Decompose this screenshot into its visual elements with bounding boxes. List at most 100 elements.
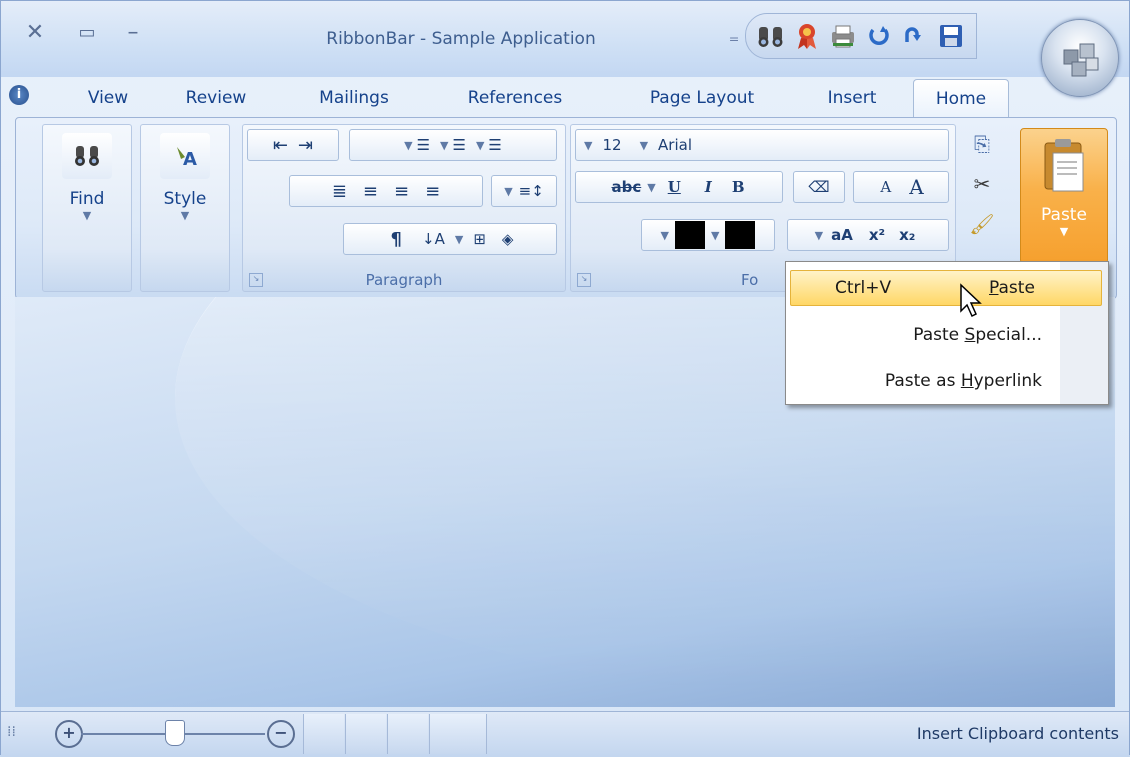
font-size-buttons[interactable]: A A [853, 171, 949, 203]
status-segment [303, 714, 344, 754]
sort-icon[interactable]: ↓A [422, 230, 445, 248]
change-case-icon[interactable]: aA [831, 226, 853, 244]
paste-menu: Ctrl+V Paste Paste Special... Paste as H… [785, 261, 1109, 405]
align-buttons[interactable]: ≣ ≡ ≡ ≡ [289, 175, 483, 207]
superscript-icon[interactable]: x² [869, 226, 885, 244]
ribbon-tabs: View Review Mailings References Page Lay… [1, 77, 1129, 118]
highlight-color-icon[interactable] [675, 221, 705, 249]
maximize-icon[interactable]: ▭ [69, 15, 105, 51]
clipboard-icon [1039, 137, 1089, 195]
font-group-label: Fo [741, 271, 759, 289]
underline-icon[interactable]: U [668, 178, 681, 196]
menu-item-paste-special[interactable]: Paste Special... [790, 318, 1102, 354]
copy-icon[interactable]: ⎘ [962, 132, 1002, 172]
align-right-icon[interactable]: ≡ [425, 181, 440, 202]
close-icon[interactable]: ✕ [17, 15, 53, 51]
tab-page-layout[interactable]: Page Layout [631, 79, 773, 117]
tab-review[interactable]: Review [173, 79, 259, 117]
clear-format-button[interactable]: ⌫ [793, 171, 845, 203]
tab-insert[interactable]: Insert [809, 79, 895, 117]
increase-indent-icon[interactable]: ⇥ [298, 135, 313, 156]
cursor-icon [959, 283, 985, 323]
strikethrough-icon[interactable]: abc [611, 178, 641, 196]
zoom-thumb[interactable] [165, 720, 185, 746]
find-label: Find [69, 189, 105, 209]
minimize-icon[interactable]: – [115, 15, 151, 51]
multilevel-list-icon[interactable]: ☰ [417, 136, 430, 154]
numbered-list-icon[interactable]: ☰ [453, 136, 466, 154]
paste-shortcut: Ctrl+V [835, 278, 892, 298]
font-selectors[interactable]: ▼ 12 ▼ Arial [575, 129, 949, 161]
case-script-buttons[interactable]: ▼ aA x² x₂ [787, 219, 949, 251]
print-icon[interactable] [826, 19, 860, 53]
paste-hyperlink-label: Paste as Hyperlink [884, 371, 1042, 391]
pilcrow-icon[interactable]: ¶ [391, 229, 402, 250]
justify-icon[interactable]: ≣ [332, 181, 347, 202]
list-buttons[interactable]: ▼ ☰ ▼ ☰ ▼ ☰ [349, 129, 557, 161]
font-color-icon[interactable] [725, 221, 756, 249]
color-buttons[interactable]: ▼ ▼ [641, 219, 775, 251]
decrease-indent-icon[interactable]: ⇤ [273, 135, 288, 156]
menu-item-paste[interactable]: Ctrl+V Paste [790, 270, 1102, 306]
status-segment [429, 714, 487, 754]
chevron-down-icon: ▼ [180, 209, 190, 222]
shading-icon[interactable]: ◈ [502, 230, 514, 248]
text-format-buttons[interactable]: abc ▼ U I B [575, 171, 783, 203]
window-title: RibbonBar - Sample Application [326, 29, 596, 49]
find-icon[interactable] [754, 19, 788, 53]
redo-icon[interactable] [898, 19, 932, 53]
font-launcher-icon[interactable]: ↘ [577, 273, 591, 287]
align-left-icon[interactable]: ≡ [363, 181, 378, 202]
grip-icon: ⁞⁞ [7, 724, 16, 740]
status-segment [345, 714, 386, 754]
find-button[interactable]: Find ▼ [49, 133, 125, 222]
font-size-input[interactable]: 12 [602, 136, 621, 154]
status-text: Insert Clipboard contents [916, 724, 1119, 743]
zoom-in-icon[interactable]: + [55, 720, 83, 748]
undo-icon[interactable] [862, 19, 896, 53]
app-window: ✕ ▭ – RibbonBar - Sample Application ₌ i… [0, 0, 1130, 757]
paste-label: Paste [1041, 205, 1087, 225]
menu-item-paste-hyperlink[interactable]: Paste as Hyperlink [790, 364, 1102, 400]
paste-special-label: Paste Special... [913, 325, 1042, 345]
subscript-icon[interactable]: x₂ [899, 226, 915, 244]
grow-font-icon[interactable]: A [909, 175, 923, 199]
zoom-out-icon[interactable]: − [267, 720, 295, 748]
status-bar: ⁞⁞ + − Insert Clipboard contents [1, 711, 1129, 757]
bullet-list-icon[interactable]: ☰ [488, 136, 501, 154]
clear-formatting-icon: ⌫ [808, 178, 830, 196]
customize-qat-icon[interactable]: ₌ [723, 24, 745, 48]
line-spacing-icon: ≡↕ [518, 182, 544, 200]
shrink-font-icon[interactable]: A [880, 178, 891, 196]
ribbon-icon[interactable] [790, 19, 824, 53]
title-bar: ✕ ▭ – RibbonBar - Sample Application ₌ [1, 1, 1129, 77]
paste-button[interactable]: Paste ▼ [1020, 128, 1108, 264]
tab-references[interactable]: References [451, 79, 579, 117]
align-center-icon[interactable]: ≡ [394, 181, 409, 202]
find-group: Find ▼ [42, 124, 132, 292]
chevron-down-icon: ▼ [82, 209, 92, 222]
chevron-down-icon: ▼ [1059, 225, 1069, 238]
tab-home[interactable]: Home [913, 79, 1009, 118]
save-icon[interactable] [934, 19, 968, 53]
cut-icon[interactable]: ✂ [962, 172, 1002, 212]
line-spacing-button[interactable]: ▼ ≡↕ [491, 175, 557, 207]
style-brush-icon: A [160, 133, 210, 179]
format-painter-icon[interactable]: 🖌 [962, 212, 1002, 252]
quick-access-toolbar: ₌ [723, 13, 977, 59]
svg-text:A: A [183, 149, 197, 169]
italic-icon[interactable]: I [705, 178, 712, 196]
font-name-input[interactable]: Arial [658, 136, 692, 154]
status-segment [387, 714, 428, 754]
bold-icon[interactable]: B [732, 178, 745, 196]
borders-icon[interactable]: ⊞ [473, 230, 486, 248]
style-group: A Style ▼ [140, 124, 230, 292]
paragraph-group-label: Paragraph [365, 271, 443, 289]
tab-view[interactable]: View [73, 79, 143, 117]
tab-mailings[interactable]: Mailings [301, 79, 407, 117]
binoculars-icon [62, 133, 112, 179]
indent-buttons[interactable]: ⇤ ⇥ [247, 129, 339, 161]
style-button[interactable]: A Style ▼ [147, 133, 223, 222]
paragraph-misc-buttons[interactable]: ¶ ↓A ▼ ⊞ ◈ [343, 223, 557, 255]
paragraph-group: ⇤ ⇥ ▼ ☰ ▼ ☰ ▼ ☰ ≣ ≡ ≡ ≡ ▼ ≡↕ ¶ ↓A ▼ ⊞ ◈ … [242, 124, 566, 292]
